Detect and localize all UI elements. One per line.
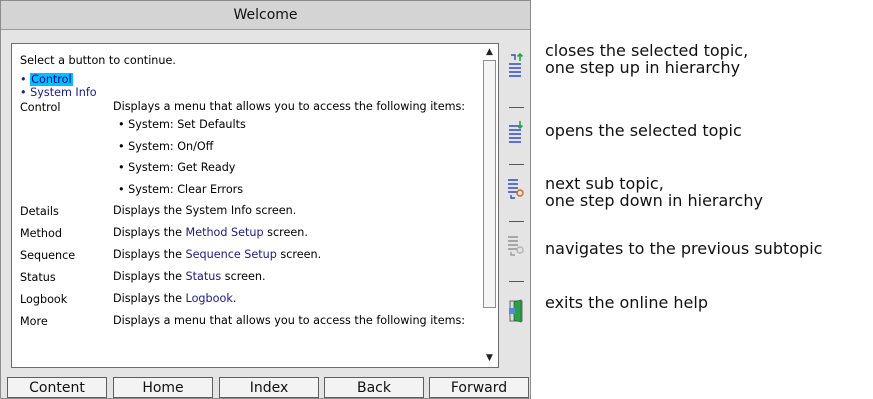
submenu-item: • System: Set Defaults [118,118,246,131]
link-status[interactable]: Status [186,270,222,283]
row-logbook: Logbook Displays the Logbook. [20,293,475,315]
row-method: Method Displays the Method Setup screen. [20,227,475,249]
term-control: Control [20,101,61,114]
help-content-pane: Select a button to continue. • Control •… [11,43,499,368]
submenu-item: • System: Clear Errors [118,182,244,196]
callout-open-topic: opens the selected topic [545,121,742,140]
desc-sequence: Displays the Sequence Setup screen. [113,248,322,261]
exit-door-icon [509,299,523,323]
previous-subtopic-icon [508,236,524,256]
link-logbook[interactable]: Logbook [186,292,233,305]
toolbar-separator [509,164,524,165]
control-submenu-list: • System: Set Defaults • System: On/Off … [118,119,475,205]
help-text: Select a button to continue. • Control •… [20,54,475,329]
term-status: Status [20,271,56,284]
row-details: Details Displays the System Info screen. [20,205,475,227]
toc-item-system-info[interactable]: • System Info [20,86,475,99]
submenu-item: • System: On/Off [118,139,214,153]
exit-help-button[interactable] [505,297,527,325]
desc-status: Displays the Status screen. [113,270,266,283]
close-topic-icon [509,52,524,77]
row-control: Control Displays a menu that allows you … [20,100,475,115]
term-more: More [20,315,48,328]
toc-link-system-info[interactable]: System Info [30,86,96,99]
desc-more: Displays a menu that allows you to acces… [113,314,466,327]
row-sequence: Sequence Displays the Sequence Setup scr… [20,249,475,271]
toolbar-separator [509,221,524,222]
close-topic-button[interactable] [505,51,527,79]
toolbar-separator [509,281,524,282]
row-status: Status Displays the Status screen. [20,271,475,293]
term-sequence: Sequence [20,249,76,262]
link-sequence-setup[interactable]: Sequence Setup [186,248,277,261]
help-side-toolbar [505,43,527,368]
index-button[interactable]: Index [219,377,319,398]
scrollbar-thumb[interactable] [483,60,496,308]
next-subtopic-icon [508,179,524,199]
row-more: More Displays a menu that allows you to … [20,314,475,329]
vertical-scrollbar[interactable]: ▲ ▼ [483,46,496,365]
window-title: Welcome [1,1,530,30]
back-button[interactable]: Back [324,377,424,398]
callout-exit-help: exits the online help [545,293,708,312]
next-subtopic-button[interactable] [505,174,527,202]
desc-logbook: Displays the Logbook. [113,292,237,305]
submenu-item: • System: Get Ready [118,161,236,174]
link-method-setup[interactable]: Method Setup [186,226,264,239]
term-logbook: Logbook [20,293,68,306]
toolbar-separator [509,107,524,108]
scroll-down-arrow-icon[interactable]: ▼ [483,352,496,365]
toc-list: • Control • System Info [20,73,475,99]
open-topic-button[interactable] [505,119,527,147]
callout-previous-subtopic: navigates to the previous subtopic [545,239,823,258]
scroll-up-arrow-icon[interactable]: ▲ [483,46,496,59]
desc-control: Displays a menu that allows you to acces… [113,100,466,113]
forward-button[interactable]: Forward [429,377,529,398]
help-window: Welcome Select a button to continue. • C… [0,0,531,399]
open-topic-icon [509,121,524,143]
term-details: Details [20,205,59,218]
toc-link-control[interactable]: Control [30,73,73,86]
help-nav-bar: Content Home Index Back Forward [1,377,530,398]
previous-subtopic-button[interactable] [505,231,527,259]
callout-close-topic: closes the selected topic, one step up i… [545,41,749,77]
callout-next-subtopic: next sub topic, one step down in hierarc… [545,174,763,210]
home-button[interactable]: Home [113,377,213,398]
toc-item-control[interactable]: • Control [20,73,475,86]
desc-details: Displays the System Info screen. [113,204,297,217]
desc-method: Displays the Method Setup screen. [113,226,308,239]
content-button[interactable]: Content [7,377,107,398]
term-method: Method [20,227,62,240]
intro-text: Select a button to continue. [20,54,176,67]
